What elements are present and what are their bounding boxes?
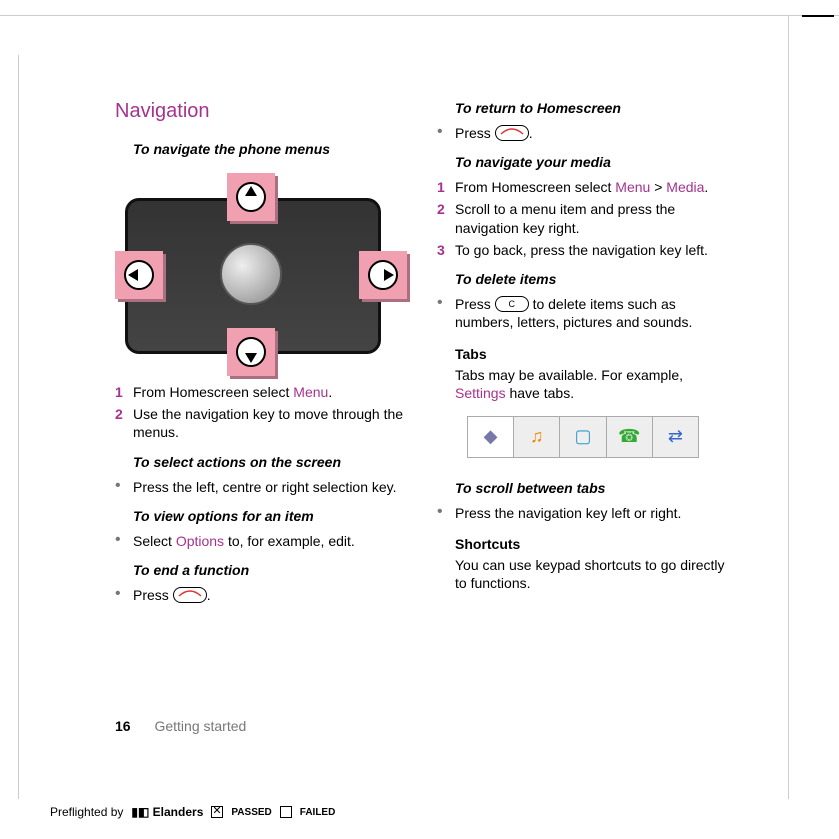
- step-text: From Homescreen select Menu > Media.: [455, 178, 708, 196]
- text: to, for example, edit.: [224, 533, 355, 549]
- bullet-text: Press the left, centre or right selectio…: [133, 478, 397, 496]
- step-text: Scroll to a menu item and press the navi…: [455, 200, 729, 236]
- right-column: To return to Homescreen • Press . To nav…: [437, 60, 729, 719]
- text: have tabs.: [506, 385, 575, 401]
- crop-mark-left: [18, 55, 19, 799]
- bullet-return-home: • Press .: [437, 124, 729, 142]
- settings-link: Settings: [455, 385, 506, 401]
- subhead-select-actions: To select actions on the screen: [133, 454, 407, 470]
- options-link: Options: [176, 533, 224, 549]
- shortcuts-text: You can use keypad shortcuts to go direc…: [455, 556, 729, 592]
- subhead-scroll-tabs: To scroll between tabs: [455, 480, 729, 496]
- tab-connectivity-icon: ⇄: [653, 417, 698, 457]
- bullet-delete-items: • Press C to delete items such as number…: [437, 295, 729, 331]
- crop-mark-right: [788, 15, 789, 799]
- text: Tabs may be available. For example,: [455, 367, 683, 383]
- bullet-icon: •: [115, 478, 133, 496]
- text: .: [328, 384, 332, 400]
- bullet-icon: •: [437, 295, 455, 331]
- media-step-3: 3 To go back, press the navigation key l…: [437, 241, 729, 259]
- tab-calls-icon: ☎: [607, 417, 653, 457]
- bullet-text: Press the navigation key left or right.: [455, 504, 681, 522]
- step-2: 2 Use the navigation key to move through…: [115, 405, 407, 441]
- preflight-bar: Preflighted by ▮◧ Elanders PASSED FAILED: [50, 805, 335, 819]
- bullet-text: Press .: [133, 586, 211, 604]
- bullet-text: Select Options to, for example, edit.: [133, 532, 355, 550]
- end-key-icon: [173, 587, 207, 603]
- bullet-text: Press C to delete items such as numbers,…: [455, 295, 729, 331]
- passed-label: PASSED: [231, 807, 271, 818]
- bullet-icon: •: [115, 586, 133, 604]
- page-number: 16: [115, 718, 131, 734]
- left-column: Navigation To navigate the phone menus 1…: [115, 60, 407, 719]
- text: Press: [455, 125, 495, 141]
- subhead-navigate-menus: To navigate the phone menus: [133, 141, 407, 157]
- section-title: Getting started: [154, 718, 246, 734]
- elanders-logo-icon: ▮◧ Elanders: [131, 805, 203, 819]
- bullet-icon: •: [437, 124, 455, 142]
- text: Press: [455, 296, 495, 312]
- menu-link: Menu: [293, 384, 328, 400]
- step-text: Use the navigation key to move through t…: [133, 405, 407, 441]
- step-number: 1: [437, 178, 455, 196]
- tabs-illustration: ◆ ♫ ▢ ☎ ⇄: [467, 416, 699, 458]
- menu-link: Menu: [615, 179, 650, 195]
- crop-mark-top: [0, 15, 839, 16]
- media-step-2: 2 Scroll to a menu item and press the na…: [437, 200, 729, 236]
- arrow-left-icon: [115, 251, 163, 299]
- step-1: 1 From Homescreen select Menu.: [115, 383, 407, 401]
- failed-label: FAILED: [300, 807, 336, 818]
- navigation-key-icon: [220, 243, 282, 305]
- step-number: 2: [115, 405, 133, 441]
- step-number: 3: [437, 241, 455, 259]
- brand-text: Elanders: [153, 805, 204, 819]
- text: Press: [133, 587, 173, 603]
- tabs-description: Tabs may be available. For example, Sett…: [455, 366, 729, 402]
- page-footer: 16 Getting started: [115, 718, 246, 734]
- checkbox-passed-icon: [211, 806, 223, 818]
- page-content: Navigation To navigate the phone menus 1…: [115, 60, 729, 719]
- heading-navigation: Navigation: [115, 100, 407, 123]
- bullet-icon: •: [115, 532, 133, 550]
- tab-general-icon: ◆: [468, 417, 514, 457]
- media-step-1: 1 From Homescreen select Menu > Media.: [437, 178, 729, 196]
- step-number: 2: [437, 200, 455, 236]
- tab-display-icon: ▢: [560, 417, 606, 457]
- c-key-icon: C: [495, 296, 529, 312]
- text: .: [704, 179, 708, 195]
- bullet-text: Press .: [455, 124, 533, 142]
- text: From Homescreen select: [455, 179, 615, 195]
- text: From Homescreen select: [133, 384, 293, 400]
- heading-shortcuts: Shortcuts: [455, 536, 729, 552]
- crop-tick-tr: [802, 15, 834, 17]
- bullet-view-options: • Select Options to, for example, edit.: [115, 532, 407, 550]
- tab-sounds-icon: ♫: [514, 417, 560, 457]
- subhead-delete-items: To delete items: [455, 271, 729, 287]
- arrow-down-icon: [227, 328, 275, 376]
- subhead-view-options: To view options for an item: [133, 508, 407, 524]
- subhead-return-home: To return to Homescreen: [455, 100, 729, 116]
- text: .: [529, 125, 533, 141]
- arrow-right-icon: [359, 251, 407, 299]
- checkbox-failed-icon: [280, 806, 292, 818]
- bullet-scroll-tabs: • Press the navigation key left or right…: [437, 504, 729, 522]
- bullet-icon: •: [437, 504, 455, 522]
- step-text: To go back, press the navigation key lef…: [455, 241, 708, 259]
- subhead-navigate-media: To navigate your media: [455, 154, 729, 170]
- text: >: [650, 179, 666, 195]
- arrow-up-icon: [227, 173, 275, 221]
- navigation-key-illustration: [115, 173, 407, 373]
- text: Select: [133, 533, 176, 549]
- subhead-end-function: To end a function: [133, 562, 407, 578]
- media-link: Media: [666, 179, 704, 195]
- heading-tabs: Tabs: [455, 346, 729, 362]
- preflight-label: Preflighted by: [50, 805, 123, 819]
- text: .: [207, 587, 211, 603]
- end-key-icon: [495, 125, 529, 141]
- step-number: 1: [115, 383, 133, 401]
- bullet-end-function: • Press .: [115, 586, 407, 604]
- bullet-select-actions: • Press the left, centre or right select…: [115, 478, 407, 496]
- step-text: From Homescreen select Menu.: [133, 383, 332, 401]
